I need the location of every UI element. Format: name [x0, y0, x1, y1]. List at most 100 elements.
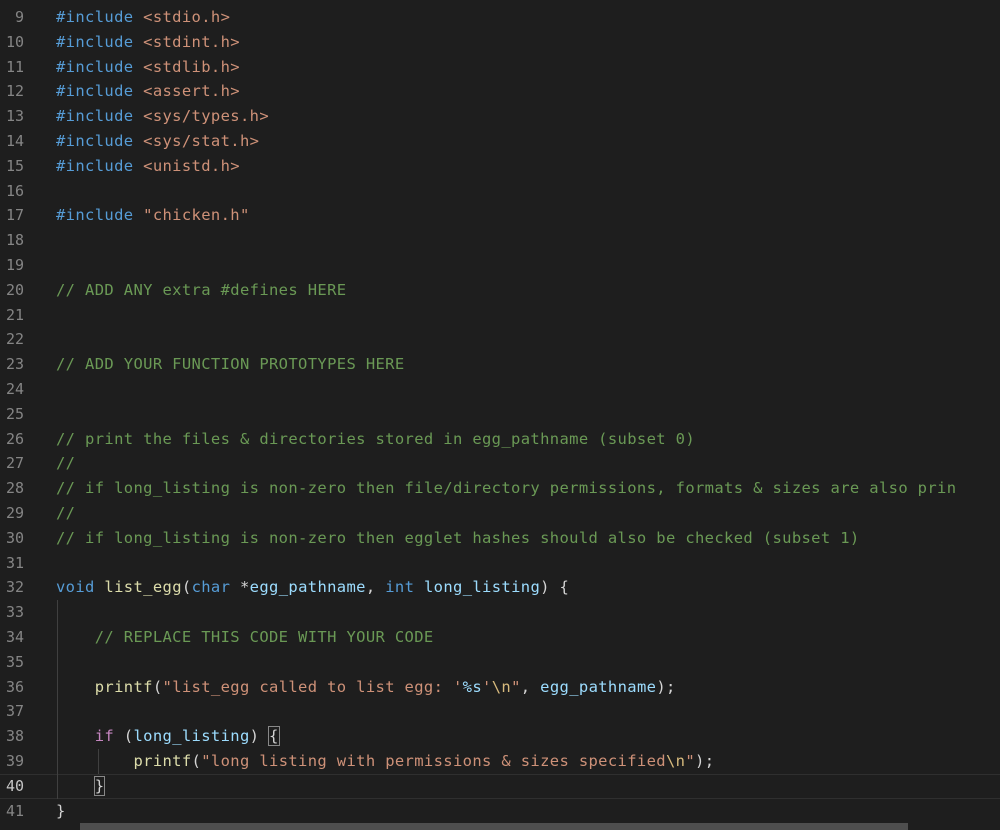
code-text: }	[56, 799, 66, 824]
code-text: #include <sys/stat.h>	[56, 129, 259, 154]
code-token: <assert.h>	[143, 82, 240, 101]
line-number: 34	[5, 628, 24, 646]
code-line[interactable]: 39 printf("long listing with permissions…	[0, 749, 1000, 774]
line-number: 17	[5, 206, 24, 225]
code-token: list_egg	[94, 578, 182, 597]
code-token: <unistd.h>	[143, 156, 240, 175]
code-text: // print the files & directories stored …	[56, 427, 695, 452]
code-token: <sys/types.h>	[143, 107, 270, 126]
code-line[interactable]: 18	[0, 228, 1000, 253]
code-line[interactable]: 20 // ADD ANY extra #defines HERE	[0, 278, 1000, 303]
code-line[interactable]: 12 #include <assert.h>	[0, 79, 1000, 104]
code-line[interactable]: 32 void list_egg(char *egg_pathname, int …	[0, 575, 1000, 600]
code-token: #include	[56, 57, 144, 76]
code-token: void	[56, 578, 95, 597]
code-line[interactable]: 22	[0, 327, 1000, 352]
line-number: 18	[5, 231, 24, 250]
code-token: }	[93, 775, 106, 796]
code-token: #include	[56, 132, 144, 150]
code-editor[interactable]: 9 #include <stdio.h> 10 #include <stdint.h>…	[0, 0, 1000, 830]
line-number: 37	[5, 702, 24, 721]
code-line[interactable]: 38 if (long_listing) {	[0, 724, 1000, 749]
code-token: )	[249, 727, 270, 746]
code-token: <sys/stat.h>	[143, 132, 260, 150]
code-token: "chicken.h"	[143, 206, 250, 225]
code-text: // if long_listing is non-zero then eggl…	[56, 526, 860, 551]
code-text: //	[56, 501, 75, 526]
code-line[interactable]: 19	[0, 253, 1000, 278]
code-line[interactable]: 21	[0, 303, 1000, 328]
line-number: 14	[5, 132, 24, 150]
line-number: 39	[5, 752, 24, 770]
code-text: printf("list_egg called to list egg: '%s…	[56, 675, 676, 700]
line-number: 10	[5, 32, 24, 51]
line-number: 11	[5, 57, 24, 76]
code-line[interactable]: 36 printf("list_egg called to list egg: …	[0, 674, 1000, 700]
line-number: 41	[5, 801, 24, 820]
code-line[interactable]: 25	[0, 402, 1000, 427]
code-text: }	[56, 774, 106, 799]
code-line[interactable]: 24	[0, 377, 1000, 402]
code-line[interactable]: 31	[0, 551, 1000, 576]
code-line[interactable]: 13 #include <sys/types.h>	[0, 104, 1000, 129]
code-token: long_listing	[414, 578, 541, 597]
code-text: // if long_listing is non-zero then file…	[56, 476, 956, 501]
code-token: int	[385, 578, 415, 597]
line-number: 24	[5, 380, 24, 398]
code-token: #include	[56, 107, 144, 126]
code-text: #include <unistd.h>	[56, 154, 240, 179]
line-number: 13	[5, 107, 24, 126]
code-token: );	[656, 677, 676, 696]
code-text: //	[56, 451, 75, 476]
code-line[interactable]: 41}	[0, 799, 1000, 824]
code-line[interactable]: 30 // if long_listing is non-zero then eg…	[0, 526, 1000, 551]
code-line[interactable]: 9 #include <stdio.h>	[0, 5, 1000, 30]
code-token: ) {	[540, 578, 570, 597]
code-token: #include	[56, 82, 144, 101]
line-number: 16	[5, 181, 24, 200]
code-line[interactable]: 37	[0, 699, 1000, 725]
code-line[interactable]: 28 // if long_listing is non-zero then fi…	[0, 476, 1000, 501]
code-line[interactable]: 35	[0, 649, 1000, 675]
code-line[interactable]: 23 // ADD YOUR FUNCTION PROTOTYPES HERE	[0, 352, 1000, 377]
code-line[interactable]: 40 }	[0, 773, 1000, 799]
line-number: 22	[5, 330, 24, 349]
code-text: void list_egg(char *egg_pathname, int lo…	[56, 575, 569, 600]
code-line[interactable]: 15 #include <unistd.h>	[0, 154, 1000, 179]
code-token: "list_egg called to list egg: '	[162, 677, 463, 696]
code-token: egg_pathname	[249, 578, 366, 597]
code-line[interactable]: 27 //	[0, 451, 1000, 476]
code-token: #include	[56, 156, 144, 175]
line-number: 21	[5, 305, 24, 324]
code-line[interactable]: 33	[0, 600, 1000, 625]
code-line[interactable]: 29 //	[0, 501, 1000, 526]
code-token: // if long_listing is non-zero then eggl…	[56, 528, 860, 547]
code-token: printf	[56, 752, 192, 770]
horizontal-scrollbar[interactable]	[80, 823, 908, 830]
code-line[interactable]: 14 #include <sys/stat.h>	[0, 129, 1000, 154]
code-token: //	[56, 454, 76, 473]
code-token: %s	[462, 677, 483, 696]
code-token: // ADD YOUR FUNCTION PROTOTYPES HERE	[56, 355, 405, 374]
code-token: // print the files & directories stored …	[56, 429, 695, 448]
code-line[interactable]: 10 #include <stdint.h>	[0, 30, 1000, 55]
code-line[interactable]: 26 // print the files & directories store…	[0, 427, 1000, 452]
line-number: 12	[5, 82, 24, 101]
code-line[interactable]: 34 // REPLACE THIS CODE WITH YOUR CODE	[0, 625, 1000, 650]
indent-guide	[57, 649, 58, 675]
code-text: // ADD YOUR FUNCTION PROTOTYPES HERE	[56, 352, 405, 377]
code-token: "long listing with permissions & sizes s…	[201, 752, 666, 770]
code-token: }	[56, 801, 66, 820]
code-token: <stdlib.h>	[143, 57, 240, 76]
code-text: #include <assert.h>	[56, 79, 240, 104]
code-line[interactable]: 17 #include "chicken.h"	[0, 203, 1000, 228]
line-number: 35	[5, 652, 24, 671]
line-number: 26	[5, 429, 24, 448]
code-line[interactable]: 11 #include <stdlib.h>	[0, 55, 1000, 80]
code-text: // ADD ANY extra #defines HERE	[56, 278, 346, 303]
code-token: (	[191, 752, 202, 770]
code-text: // REPLACE THIS CODE WITH YOUR CODE	[56, 625, 434, 650]
code-token: #include	[56, 8, 144, 26]
code-line[interactable]: 16	[0, 179, 1000, 204]
